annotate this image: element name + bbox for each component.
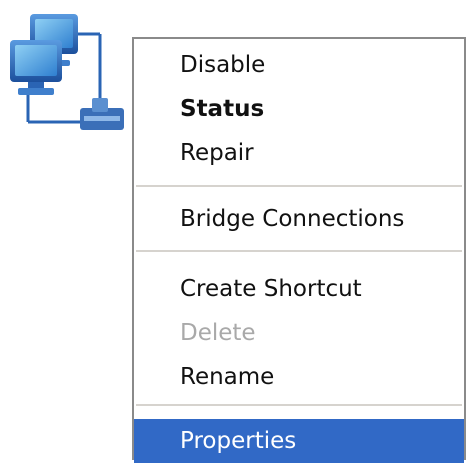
menu-item-disable[interactable]: Disable bbox=[134, 43, 464, 87]
context-menu: Disable Status Repair Bridge Connections… bbox=[132, 37, 466, 463]
menu-item-status[interactable]: Status bbox=[134, 87, 464, 131]
menu-separator bbox=[136, 404, 462, 406]
menu-item-create-shortcut[interactable]: Create Shortcut bbox=[134, 267, 464, 311]
menu-item-delete: Delete bbox=[180, 320, 256, 346]
menu-separator bbox=[136, 250, 462, 252]
menu-item-repair[interactable]: Repair bbox=[134, 131, 464, 175]
menu-separator bbox=[136, 185, 462, 187]
menu-item-properties[interactable]: Properties bbox=[134, 419, 464, 463]
menu-item-rename[interactable]: Rename bbox=[134, 355, 464, 399]
menu-item-bridge-connections[interactable]: Bridge Connections bbox=[134, 197, 464, 241]
